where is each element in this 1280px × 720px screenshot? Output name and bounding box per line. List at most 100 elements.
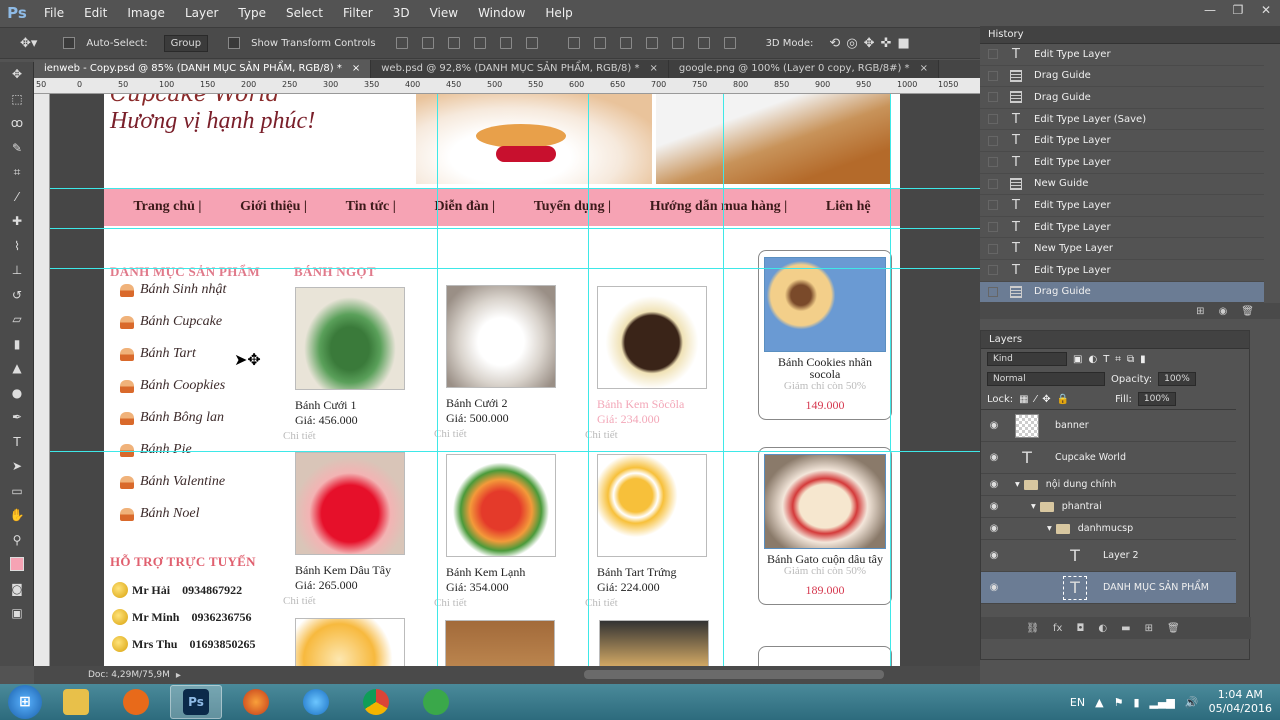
- product-detail-link[interactable]: Chi tiết: [283, 595, 410, 607]
- close-icon[interactable]: ✕: [1252, 0, 1280, 20]
- mask-icon[interactable]: ◘: [1076, 623, 1084, 634]
- trash-icon[interactable]: 🗑: [1241, 306, 1254, 317]
- product-detail-link[interactable]: Chi tiết: [585, 429, 712, 441]
- align-bottom-icon[interactable]: [447, 37, 460, 49]
- new-doc-from-state-icon[interactable]: ⊞: [1196, 306, 1204, 317]
- layer-row[interactable]: ◉ ▾ phantrai: [981, 496, 1236, 518]
- category-item[interactable]: Bánh Tart: [120, 346, 196, 362]
- history-brush-source-box[interactable]: [988, 178, 998, 189]
- history-brush-source-box[interactable]: [988, 157, 998, 168]
- filter-smart-icon[interactable]: ⧉: [1127, 354, 1134, 365]
- lock-pixels-icon[interactable]: ▦: [1019, 394, 1028, 405]
- nav-item[interactable]: Diễn đàn |: [434, 199, 495, 215]
- close-tab-icon[interactable]: ×: [649, 60, 657, 78]
- canvas-area[interactable]: Cupcake World Hương vị hạnh phúc! Trang …: [50, 94, 980, 666]
- visibility-eye-icon[interactable]: ◉: [981, 550, 1007, 561]
- document-canvas[interactable]: Cupcake World Hương vị hạnh phúc! Trang …: [104, 94, 900, 666]
- firefox-app-icon[interactable]: [230, 685, 282, 719]
- filter-pixel-icon[interactable]: ▣: [1073, 354, 1082, 365]
- expand-arrow-icon[interactable]: ▾: [1031, 501, 1036, 512]
- 3d-pan-icon[interactable]: ✥: [864, 36, 875, 51]
- history-item[interactable]: Drag Guide: [980, 281, 1264, 304]
- guide-horizontal[interactable]: [50, 268, 980, 269]
- new-layer-icon[interactable]: ⊞: [1145, 623, 1153, 634]
- product-image[interactable]: [446, 454, 556, 557]
- product-image[interactable]: [295, 287, 405, 390]
- language-indicator[interactable]: EN: [1070, 696, 1085, 709]
- history-item[interactable]: New Guide: [980, 174, 1264, 196]
- nav-item[interactable]: Tin tức |: [346, 199, 396, 215]
- product-image[interactable]: [295, 452, 405, 555]
- stamp-tool-icon[interactable]: ⊥: [0, 258, 34, 283]
- 3d-rotate-icon[interactable]: ⟲: [829, 36, 840, 51]
- product-card[interactable]: Bánh Cưới 1 Giá: 456.000 Chi tiết: [283, 287, 410, 442]
- gradient-tool-icon[interactable]: ▮: [0, 332, 34, 357]
- close-tab-icon[interactable]: ×: [352, 60, 360, 78]
- opacity-input[interactable]: 100%: [1158, 372, 1196, 386]
- layer-row[interactable]: ◉ banner: [981, 410, 1236, 442]
- expand-arrow-icon[interactable]: ▾: [1015, 479, 1020, 490]
- menu-item-layer[interactable]: Layer: [175, 0, 228, 26]
- visibility-eye-icon[interactable]: ◉: [981, 479, 1007, 490]
- eraser-tool-icon[interactable]: ▱: [0, 307, 34, 332]
- product-detail-link[interactable]: Chi tiết: [283, 430, 410, 442]
- lock-paint-icon[interactable]: ⁄: [1035, 394, 1037, 405]
- quick-select-tool-icon[interactable]: ✎: [0, 136, 34, 161]
- visibility-eye-icon[interactable]: ◉: [981, 420, 1007, 431]
- guide-vertical[interactable]: [588, 94, 589, 666]
- 3d-slide-icon[interactable]: ✜: [881, 36, 892, 51]
- marquee-tool-icon[interactable]: ⬚: [0, 87, 34, 112]
- align-top-icon[interactable]: [395, 37, 408, 49]
- category-item[interactable]: Bánh Coopkies: [120, 378, 225, 394]
- history-item[interactable]: Drag Guide: [980, 87, 1264, 109]
- shape-tool-icon[interactable]: ▭: [0, 479, 34, 504]
- distribute-center-icon[interactable]: [671, 37, 684, 49]
- history-brush-source-box[interactable]: [988, 286, 998, 297]
- product-detail-link[interactable]: Chi tiết: [434, 428, 561, 440]
- 3d-scale-icon[interactable]: ■: [897, 36, 909, 51]
- history-item[interactable]: T Edit Type Layer: [980, 152, 1264, 174]
- layer-filter-dropdown[interactable]: Kind: [987, 352, 1067, 366]
- horizontal-scrollbar[interactable]: [584, 670, 884, 679]
- history-item[interactable]: T Edit Type Layer: [980, 195, 1264, 217]
- layer-row[interactable]: ◉ T Cupcake World: [981, 442, 1236, 474]
- filter-adjust-icon[interactable]: ◐: [1088, 354, 1097, 365]
- link-layers-icon[interactable]: ⛓: [1026, 623, 1039, 634]
- minimize-icon[interactable]: —: [1196, 0, 1224, 20]
- support-chat-icon[interactable]: [112, 582, 128, 598]
- new-group-icon[interactable]: ▬: [1121, 623, 1130, 634]
- screen-mode-icon[interactable]: ▣: [0, 601, 34, 626]
- filter-type-icon[interactable]: T: [1103, 354, 1109, 365]
- photoshop-app-icon[interactable]: Ps: [170, 685, 222, 719]
- delete-layer-icon[interactable]: 🗑: [1167, 623, 1180, 634]
- history-item[interactable]: T Edit Type Layer: [980, 44, 1264, 66]
- layer-row[interactable]: ◉ ▾ danhmucsp: [981, 518, 1236, 540]
- explorer-app-icon[interactable]: [50, 685, 102, 719]
- auto-select-dropdown[interactable]: Group: [163, 34, 209, 52]
- ie-app-icon[interactable]: [290, 685, 342, 719]
- lasso-tool-icon[interactable]: ꝏ: [0, 111, 34, 136]
- distribute-top-icon[interactable]: [567, 37, 580, 49]
- history-tab[interactable]: History: [980, 26, 1280, 44]
- history-brush-source-box[interactable]: [988, 135, 998, 146]
- nav-item[interactable]: Tuyển dụng |: [534, 199, 611, 215]
- close-tab-icon[interactable]: ×: [920, 60, 928, 78]
- layer-row[interactable]: ◉ T DANH MỤC SẢN PHẨM: [981, 572, 1236, 604]
- product-image[interactable]: [597, 286, 707, 389]
- nav-item[interactable]: Giới thiệu |: [240, 199, 307, 215]
- promo-image[interactable]: [764, 257, 886, 352]
- guide-vertical[interactable]: [437, 94, 438, 666]
- network-icon[interactable]: ▂▄▆: [1150, 696, 1175, 709]
- history-item[interactable]: T Edit Type Layer: [980, 260, 1264, 282]
- start-button-icon[interactable]: ⊞: [8, 685, 42, 719]
- zoom-tool-icon[interactable]: ⚲: [0, 528, 34, 553]
- tray-arrow-icon[interactable]: ▲: [1095, 696, 1103, 709]
- promo-box[interactable]: Bánh Cookies nhân socola Giảm chỉ còn 50%…: [758, 250, 892, 420]
- align-right-icon[interactable]: [525, 37, 538, 49]
- menu-item-image[interactable]: Image: [117, 0, 175, 26]
- history-brush-source-box[interactable]: [988, 49, 998, 60]
- menu-item-window[interactable]: Window: [468, 0, 535, 26]
- status-arrow-icon[interactable]: ▸: [176, 670, 181, 681]
- volume-icon[interactable]: 🔊: [1185, 696, 1199, 709]
- path-select-tool-icon[interactable]: ➤: [0, 454, 34, 479]
